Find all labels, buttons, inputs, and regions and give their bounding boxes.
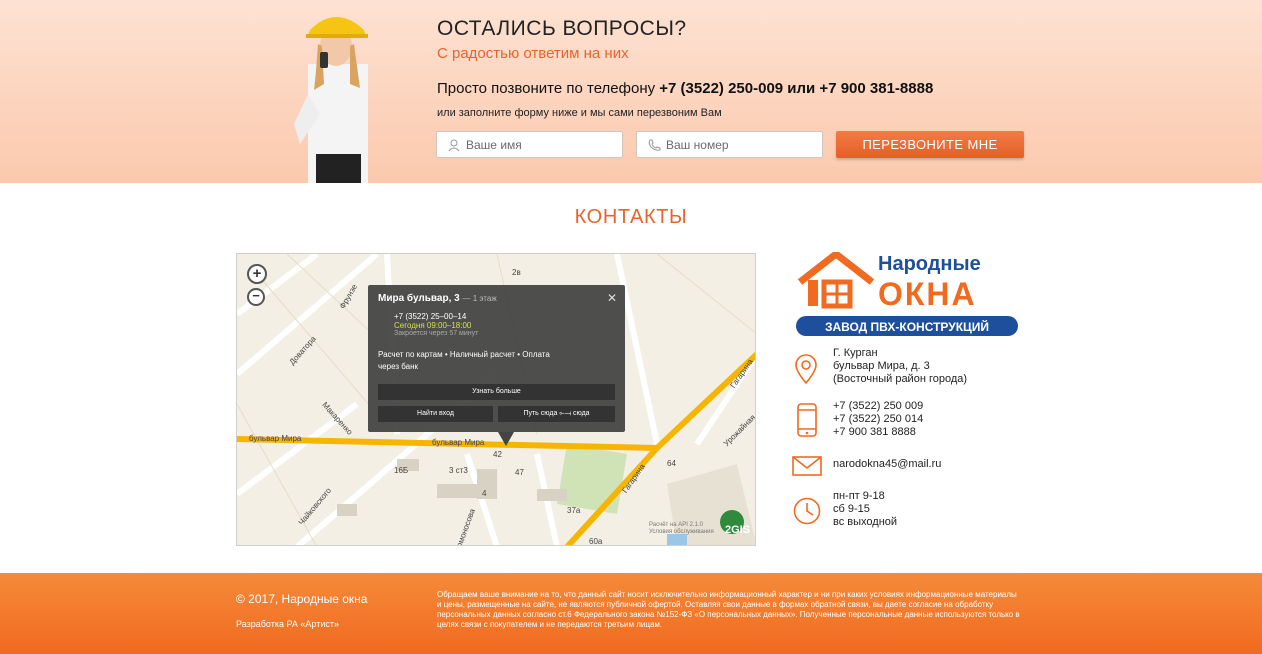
zoom-out-button[interactable]: − — [247, 288, 265, 306]
email-link[interactable]: narodokna45@mail.ru — [833, 458, 941, 471]
phone-icon — [648, 139, 661, 151]
address-block: Г. Курган бульвар Мира, д. 3 (Восточный … — [833, 347, 967, 386]
map-marker-icon — [498, 432, 514, 446]
popup-hours: Сегодня 09:00–18:00 — [394, 321, 472, 330]
clock-icon — [793, 497, 821, 525]
map-popup: Мира бульвар, 3 — 1 этаж ✕ +7 (3522) 25–… — [368, 285, 625, 432]
callback-title: ОСТАЛИСЬ ВОПРОСЫ? — [437, 17, 687, 40]
user-icon — [448, 139, 460, 151]
street-label: бульвар Мира — [432, 438, 485, 447]
popup-phone: +7 (3522) 25–00–14 — [394, 312, 467, 321]
call-text: Просто позвоните по телефону +7 (3522) 2… — [437, 80, 933, 97]
legal-notice: Обращаем ваше внимание на то, что данный… — [437, 590, 1020, 629]
building-label: 42 — [493, 450, 502, 459]
footer: © 2017, Народные окна Разработка РА «Арт… — [0, 573, 1262, 654]
map-attribution[interactable]: Расчёт на API 2.1.0 Условия обслуживания — [649, 522, 719, 536]
address-line: (Восточный район города) — [833, 373, 968, 385]
popup-entrance-button[interactable]: Найти вход — [378, 406, 493, 422]
form-hint: или заполните форму ниже и мы сами перез… — [437, 107, 722, 119]
phones-block: +7 (3522) 250 009 +7 (3522) 250 014 +7 9… — [833, 400, 923, 439]
building-label: 2в — [512, 268, 521, 277]
callback-subtitle: С радостью ответим на них — [437, 45, 629, 62]
name-field[interactable]: Ваше имя — [436, 131, 623, 158]
phone-field[interactable]: Ваш номер — [636, 131, 823, 158]
callback-section: ОСТАЛИСЬ ВОПРОСЫ? С радостью ответим на … — [0, 0, 1262, 183]
logo-ribbon: ЗАВОД ПВХ-КОНСТРУКЦИЙ — [825, 319, 989, 334]
mobile-phone-icon — [797, 403, 817, 437]
phone-link[interactable]: +7 (3522) 250 009 — [833, 400, 923, 413]
hours-line: сб 9-15 — [833, 503, 870, 515]
building-label: 16Б — [394, 466, 409, 475]
location-pin-icon — [795, 354, 817, 385]
call-prefix: Просто позвоните по телефону — [437, 80, 656, 97]
company-logo: Народные ОКНА ЗАВОД ПВХ-КОНСТРУКЦИЙ — [796, 252, 1018, 336]
logo-line1: Народные — [878, 253, 981, 275]
building-label: 64 — [667, 459, 676, 468]
brand-logo[interactable]: 2GIS — [725, 524, 750, 536]
call-phones: +7 (3522) 250-009 или +7 900 381-8888 — [659, 80, 934, 97]
building-label: 60а — [589, 537, 603, 546]
popup-closes: Закроется через 57 минут — [394, 330, 479, 337]
callback-button[interactable]: ПЕРЕЗВОНИТЕ МНЕ — [836, 131, 1024, 158]
name-placeholder: Ваше имя — [466, 137, 522, 152]
hours-block: пн-пт 9-18 сб 9-15 вс выходной — [833, 490, 897, 529]
consultant-photo — [294, 17, 368, 183]
map-widget[interactable]: + − бульвар Мира бульвар Мира Доваторa М… — [236, 253, 756, 546]
building-label: 47 — [515, 468, 524, 477]
street-label: бульвар Мира — [249, 434, 302, 443]
phone-link[interactable]: +7 900 381 8888 — [833, 426, 923, 439]
hours-line: вс выходной — [833, 516, 898, 528]
address-line: Г. Курган — [833, 347, 878, 359]
close-icon[interactable]: ✕ — [607, 291, 617, 305]
copyright: © 2017, Народные окна — [236, 592, 368, 606]
phone-link[interactable]: +7 (3522) 250 014 — [833, 413, 923, 426]
popup-title: Мира бульвар, 3 — 1 этаж — [378, 293, 497, 304]
developer-link[interactable]: Разработка РА «Артист» — [236, 619, 339, 629]
route-icon: ⟜⟞ — [559, 410, 572, 417]
building-label: 3 ст3 — [449, 466, 468, 475]
logo-line2: ОКНА — [878, 276, 977, 312]
mail-icon — [792, 456, 822, 476]
zoom-in-button[interactable]: + — [247, 264, 267, 284]
address-line: бульвар Мира, д. 3 — [833, 360, 930, 372]
popup-payment: Расчет по картам • Наличный расчет • Опл… — [378, 350, 550, 371]
building-label: 37а — [567, 506, 581, 515]
hours-line: пн-пт 9-18 — [833, 490, 885, 502]
contacts-title: КОНТАКТЫ — [574, 206, 688, 228]
popup-route-button[interactable]: Путь сюда ⟜⟞ сюда — [498, 406, 615, 422]
building-label: 4 — [482, 489, 487, 498]
popup-more-button[interactable]: Узнать больше — [378, 384, 615, 400]
phone-placeholder: Ваш номер — [666, 137, 729, 152]
